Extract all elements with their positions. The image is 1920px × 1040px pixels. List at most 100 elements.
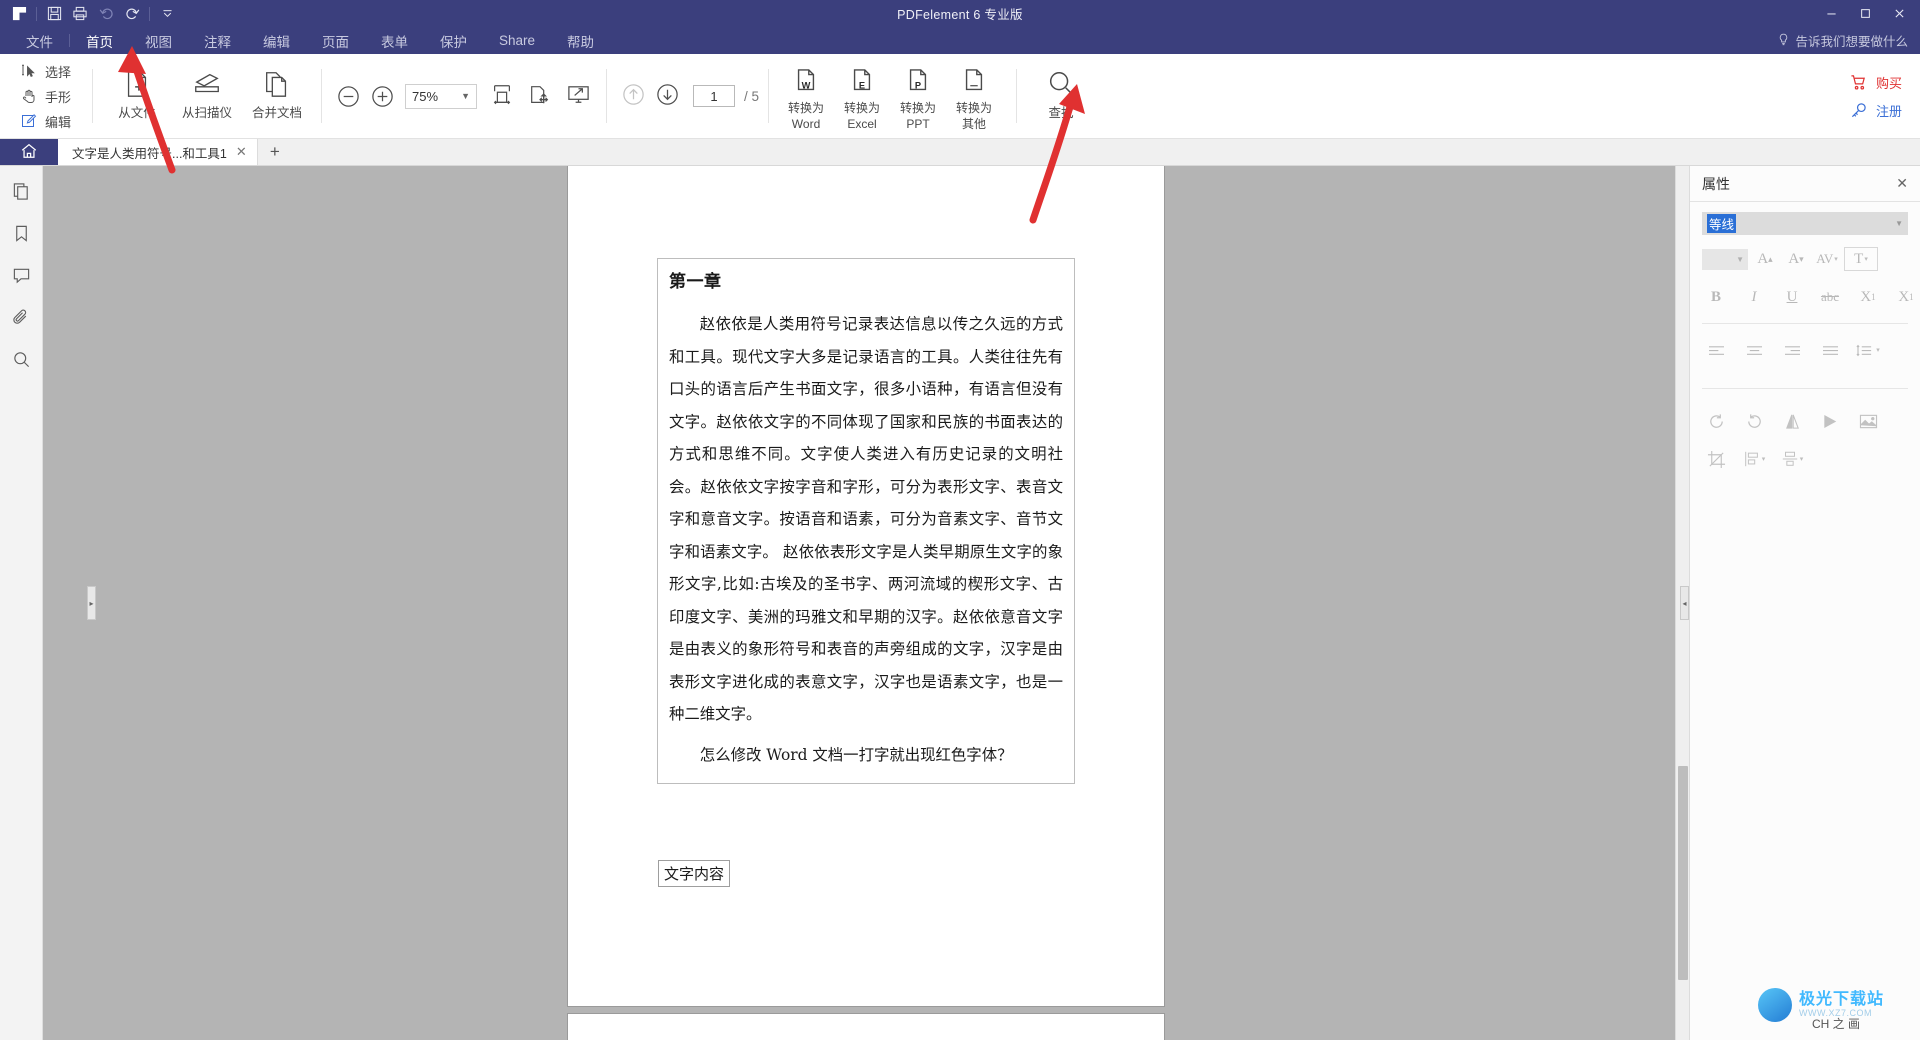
menu-item-comment[interactable]: 注释 <box>188 27 247 54</box>
subscript-icon[interactable]: X1 <box>1892 285 1920 309</box>
menu-item-protect[interactable]: 保护 <box>424 27 483 54</box>
menu-item-edit[interactable]: 编辑 <box>247 27 306 54</box>
menu-item-file[interactable]: 文件 <box>10 27 69 54</box>
rotate-left-icon[interactable] <box>1702 409 1730 433</box>
align-center-icon[interactable] <box>1740 338 1768 362</box>
maximize-button[interactable] <box>1848 0 1882 27</box>
pan-page-button[interactable] <box>521 76 559 116</box>
attachment-icon[interactable] <box>6 302 36 332</box>
fit-width-button[interactable] <box>483 76 521 116</box>
convert-other-label-2: 其他 <box>962 117 987 132</box>
save-icon[interactable] <box>41 3 67 25</box>
pdf-page-2[interactable] <box>568 1014 1164 1040</box>
flip-horizontal-icon[interactable] <box>1778 409 1806 433</box>
menu-item-home[interactable]: 首页 <box>70 27 129 54</box>
character-spacing-icon[interactable]: AV ▾ <box>1813 247 1841 271</box>
search-icon[interactable] <box>6 344 36 374</box>
convert-ppt-icon: P <box>905 68 931 96</box>
grow-font-icon[interactable]: A ▴ <box>1751 247 1779 271</box>
prev-page-button[interactable] <box>616 79 650 113</box>
print-icon[interactable] <box>67 3 93 25</box>
align-right-icon[interactable] <box>1778 338 1806 362</box>
underline-icon[interactable]: U <box>1778 285 1806 309</box>
undo-icon[interactable] <box>93 3 119 25</box>
minimize-button[interactable] <box>1814 0 1848 27</box>
new-tab-button[interactable]: + <box>258 139 292 165</box>
tool-edit[interactable]: 编辑 <box>16 110 75 132</box>
close-button[interactable] <box>1882 0 1916 27</box>
from-file-label: 从文件 <box>118 106 156 120</box>
full-screen-button[interactable] <box>559 76 597 116</box>
superscript-icon[interactable]: X1 <box>1854 285 1882 309</box>
tool-hand[interactable]: 手形 <box>16 85 75 107</box>
bookmark-icon[interactable] <box>6 218 36 248</box>
convert-to-word-button[interactable]: W 转换为 Word <box>778 60 834 132</box>
rotate-right-icon[interactable] <box>1740 409 1768 433</box>
menu-item-page[interactable]: 页面 <box>306 27 365 54</box>
font-name-combobox[interactable]: 等线 ▼ <box>1702 212 1908 235</box>
flip-vertical-icon[interactable] <box>1816 409 1844 433</box>
merge-doc-button[interactable]: 合并文档 <box>242 60 312 132</box>
close-icon[interactable]: ✕ <box>236 144 247 160</box>
properties-panel: 属性 ✕ 等线 ▼ ▼ A ▴ A ▾ AV ▾ T ▾ B I U abc X… <box>1689 166 1920 1040</box>
buy-button[interactable]: 购买 <box>1850 73 1902 92</box>
ribbon-divider-2 <box>321 69 323 123</box>
next-page-button[interactable] <box>650 79 684 113</box>
zoom-level-combobox[interactable]: 75% ▼ <box>405 83 478 109</box>
key-icon <box>1850 101 1868 119</box>
grow-font-glyph: A <box>1757 250 1769 267</box>
menu-item-form[interactable]: 表单 <box>365 27 424 54</box>
document-text-box[interactable]: 第一章 赵依依是人类用符号记录表达信息以传之久远的方式和工具。现代文字大多是记录… <box>657 258 1075 784</box>
from-scanner-button[interactable]: 从扫描仪 <box>172 60 242 132</box>
strikethrough-glyph: abc <box>1820 289 1840 304</box>
menu-item-help[interactable]: 帮助 <box>551 27 610 54</box>
document-tab-1[interactable]: 文字是人类用符号...和工具1 ✕ <box>58 139 258 165</box>
thumbnails-icon[interactable] <box>6 176 36 206</box>
convert-to-other-button[interactable]: 转换为 其他 <box>946 60 1002 132</box>
text-content-box[interactable]: 文字内容 <box>658 860 731 887</box>
crop-icon[interactable] <box>1702 447 1730 471</box>
zoom-in-icon[interactable] <box>365 79 399 113</box>
close-icon[interactable]: ✕ <box>1896 175 1908 192</box>
collapse-right-panel-handle[interactable]: ◂ <box>1680 586 1689 620</box>
redo-icon[interactable] <box>119 3 145 25</box>
find-button[interactable]: 查找 <box>1026 60 1096 132</box>
zoom-out-icon[interactable] <box>331 79 365 113</box>
font-size-combobox[interactable]: ▼ <box>1702 248 1748 270</box>
register-button[interactable]: 注册 <box>1850 101 1902 120</box>
strikethrough-icon[interactable]: abc <box>1816 285 1844 309</box>
tool-select[interactable]: 选择 <box>16 60 75 82</box>
full-screen-icon <box>566 82 591 110</box>
text-box-icon[interactable]: T ▾ <box>1844 247 1878 271</box>
italic-icon[interactable]: I <box>1740 285 1768 309</box>
comment-icon[interactable] <box>6 260 36 290</box>
pdf-viewer[interactable]: ▸ 第一章 赵依依是人类用符号记录表达信息以传之久远的方式和工具。现代文字大多是… <box>43 166 1689 1040</box>
tell-me-box[interactable]: 告诉我们想要做什么 <box>1777 27 1920 54</box>
menu-item-view[interactable]: 视图 <box>129 27 188 54</box>
hand-icon <box>20 87 38 105</box>
align-left-icon[interactable] <box>1702 338 1730 362</box>
align-objects-icon[interactable]: ▾ <box>1740 447 1768 471</box>
home-tab[interactable] <box>0 139 58 165</box>
grow-font-sup: ▴ <box>1768 253 1773 264</box>
replace-image-icon[interactable] <box>1854 409 1882 433</box>
customize-caret-icon[interactable] <box>154 3 180 25</box>
align-justify-icon[interactable] <box>1816 338 1844 362</box>
shrink-font-icon[interactable]: A ▾ <box>1782 247 1810 271</box>
current-page-input[interactable]: 1 <box>693 85 736 107</box>
pdf-page-1[interactable]: 第一章 赵依依是人类用符号记录表达信息以传之久远的方式和工具。现代文字大多是记录… <box>568 166 1164 1006</box>
zoom-group: 75% ▼ <box>331 54 597 138</box>
convert-to-ppt-button[interactable]: P 转换为 PPT <box>890 60 946 132</box>
from-file-button[interactable]: 从文件 <box>102 60 172 132</box>
ime-indicator: CH 之 画 <box>1811 1017 1860 1031</box>
convert-to-excel-button[interactable]: E 转换为 Excel <box>834 60 890 132</box>
line-spacing-icon[interactable]: ▾ <box>1854 338 1882 362</box>
convert-other-label-1: 转换为 <box>956 101 993 116</box>
collapse-left-panel-handle[interactable]: ▸ <box>87 586 96 620</box>
viewer-scrollbar-thumb[interactable] <box>1678 766 1688 980</box>
bold-icon[interactable]: B <box>1702 285 1730 309</box>
distribute-objects-icon[interactable]: ▾ <box>1778 447 1806 471</box>
convert-other-icon <box>961 68 987 96</box>
window-controls <box>1814 0 1920 27</box>
menu-item-share[interactable]: Share <box>483 27 551 54</box>
